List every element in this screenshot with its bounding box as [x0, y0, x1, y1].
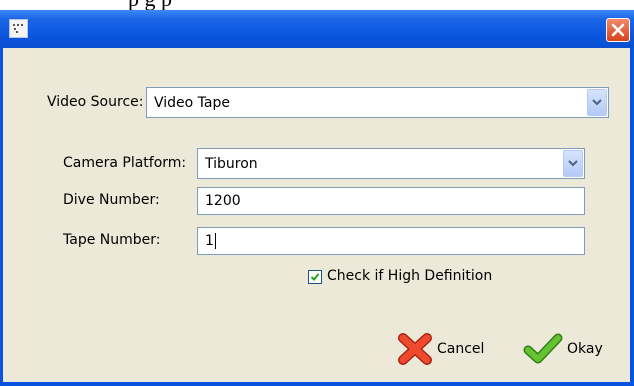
close-button[interactable] [606, 18, 630, 42]
tape-number-input[interactable]: 1 [197, 227, 585, 255]
title-bar[interactable] [0, 10, 634, 48]
okay-button[interactable]: Okay [523, 332, 603, 366]
background-page-strip: p g p [0, 0, 634, 10]
dive-number-value: 1200 [205, 193, 241, 209]
tape-number-label: Tape Number: [63, 232, 161, 248]
camera-platform-select[interactable]: Tiburon [197, 148, 585, 179]
close-x-icon [611, 23, 625, 37]
dive-number-label: Dive Number: [63, 192, 160, 208]
video-source-select[interactable]: Video Tape [146, 87, 609, 118]
camera-platform-dropdown-button[interactable] [563, 150, 583, 177]
high-definition-checkbox[interactable] [308, 270, 322, 284]
chevron-down-icon [592, 99, 602, 106]
tape-number-value: 1 [205, 233, 214, 249]
dialog-window: Video Source: Video Tape Camera Platform… [0, 10, 634, 386]
camera-platform-label: Camera Platform: [63, 155, 187, 171]
checkmark-icon [310, 273, 320, 281]
dive-number-input[interactable]: 1200 [197, 187, 585, 215]
high-definition-label: Check if High Definition [327, 268, 493, 284]
camera-platform-value: Tiburon [205, 155, 258, 172]
cancel-label: Cancel [437, 341, 485, 357]
red-x-icon [398, 333, 432, 365]
video-source-value: Video Tape [154, 94, 230, 111]
background-page-text: p g p [128, 0, 172, 10]
okay-label: Okay [567, 341, 603, 357]
chevron-down-icon [568, 160, 578, 167]
text-cursor [214, 233, 216, 249]
cancel-button[interactable]: Cancel [397, 332, 484, 366]
dialog-content: Video Source: Video Tape Camera Platform… [3, 48, 630, 382]
app-icon[interactable] [9, 19, 28, 38]
video-source-label: Video Source: [47, 94, 144, 110]
video-source-dropdown-button[interactable] [587, 89, 607, 116]
green-check-icon [523, 333, 563, 364]
